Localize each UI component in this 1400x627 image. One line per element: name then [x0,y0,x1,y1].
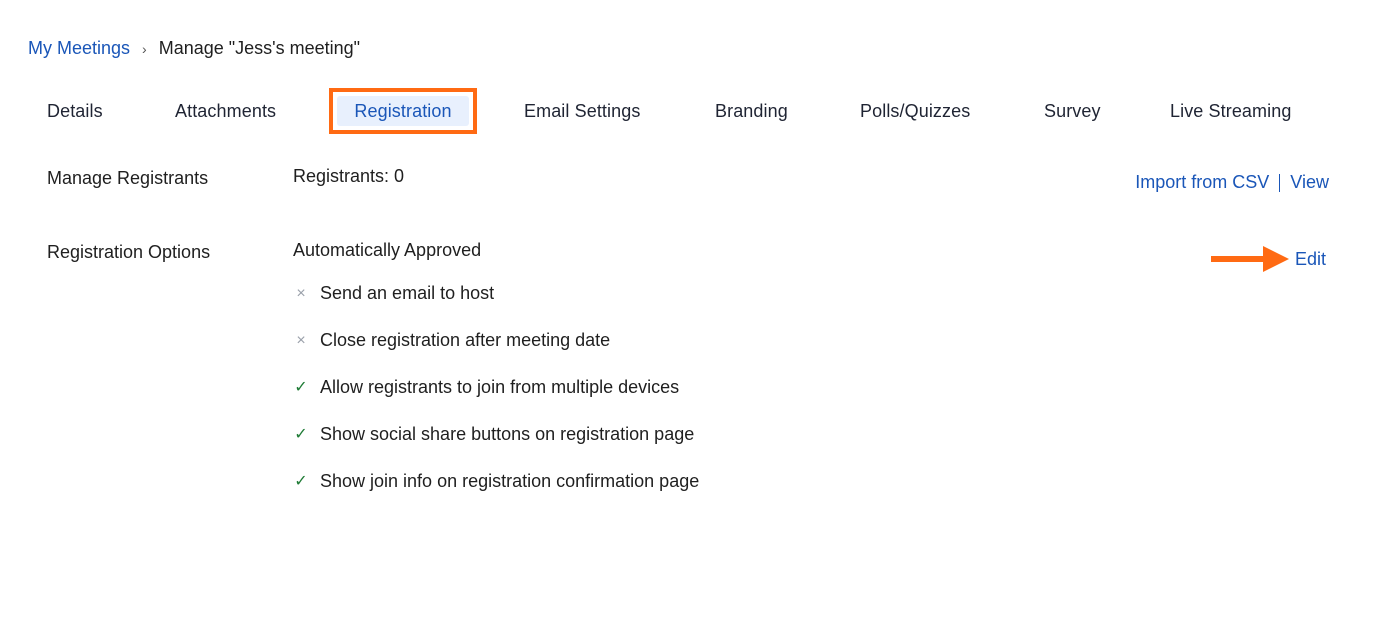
tab-details[interactable]: Details [47,88,103,134]
checkmark-icon: ✓ [294,472,308,490]
breadcrumb-current: Manage "Jess's meeting" [158,38,361,58]
option-item: ✓ Show join info on registration confirm… [293,471,699,492]
breadcrumb-my-meetings-link[interactable]: My Meetings [28,38,130,59]
tab-attachments[interactable]: Attachments [175,88,276,134]
option-item: × Send an email to host [293,283,494,304]
option-item: ✓ Allow registrants to join from multipl… [293,377,679,398]
tab-registration-label: Registration [337,96,469,126]
tab-email-settings[interactable]: Email Settings [524,88,640,134]
option-text: Show join info on registration confirmat… [320,471,700,491]
close-icon: × [296,331,306,349]
arrow-right-icon [1210,246,1289,272]
edit-wrap: Edit [1210,246,1326,272]
action-divider [1279,173,1281,192]
view-registrants-link[interactable]: View [1290,172,1329,193]
import-from-csv-link[interactable]: Import from CSV [1135,172,1269,193]
option-text: Send an email to host [320,283,495,303]
option-item: ✓ Show social share buttons on registrat… [293,424,694,445]
breadcrumb: My Meetings › Manage "Jess's meeting" [28,38,360,59]
meeting-registration-page: My Meetings › Manage "Jess's meeting" De… [0,0,1400,627]
option-text: Close registration after meeting date [320,330,611,350]
option-text: Allow registrants to join from multiple … [320,377,680,397]
close-icon: × [296,284,306,302]
registrants-count: Registrants: 0 [293,166,405,186]
tab-polls-quizzes[interactable]: Polls/Quizzes [860,88,970,134]
edit-registration-options-link[interactable]: Edit [1295,249,1326,270]
option-item: × Close registration after meeting date [293,330,610,351]
checkmark-icon: ✓ [294,378,308,396]
tab-survey[interactable]: Survey [1044,88,1101,134]
tab-branding[interactable]: Branding [715,88,788,134]
registration-options-label: Registration Options [47,242,211,262]
chevron-right-icon: › [142,40,147,57]
checkmark-icon: ✓ [294,425,308,443]
tab-registration[interactable]: Registration [329,88,477,134]
manage-registrants-label: Manage Registrants [47,168,209,188]
option-text: Show social share buttons on registratio… [320,424,695,444]
registrants-actions: Import from CSV View [1135,172,1329,193]
tab-bar: Details Attachments Registration Email S… [0,88,1400,134]
tab-live-streaming[interactable]: Live Streaming [1170,88,1291,134]
approval-mode: Automatically Approved [293,240,482,260]
